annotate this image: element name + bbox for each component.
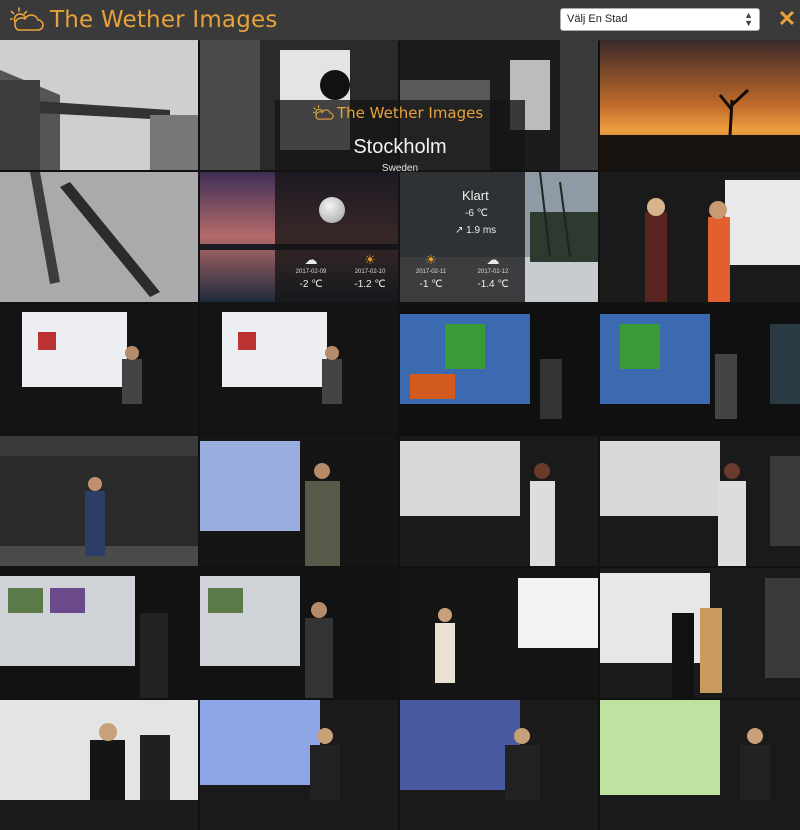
- forecast-day: ☀ 2017-02-11 -1 ℃: [400, 252, 462, 290]
- photo-fantasy-slide: [400, 700, 598, 800]
- photo-fantasy-slide: [200, 700, 398, 800]
- photo-presenter-woman: [600, 436, 800, 566]
- forecast-temp: -2 ℃: [299, 279, 323, 290]
- city-name: Stockholm: [353, 136, 447, 158]
- photo-bw-bridge: [0, 40, 198, 170]
- close-button[interactable]: ✕: [776, 6, 798, 32]
- photo-fantasy-slide: [600, 700, 800, 800]
- photo-presenter-woman: [400, 436, 598, 566]
- photo-woman-paper: [400, 568, 598, 698]
- photo-tile[interactable]: [600, 700, 800, 830]
- photo-talk-slide: [0, 304, 198, 434]
- photo-tile[interactable]: [600, 436, 800, 566]
- weather-card-title: The Wether Images: [337, 104, 484, 122]
- partly-cloudy-icon: ☁: [304, 252, 318, 267]
- city-select[interactable]: Välj En Stad ▲ ▼: [560, 8, 760, 31]
- photo-soedesco-duo: [600, 568, 800, 698]
- current-wind: ↗ 1.9 ms: [455, 225, 496, 236]
- forecast-temp: -1.4 ℃: [477, 279, 509, 290]
- photo-screens-slide: [0, 568, 198, 698]
- photo-tile[interactable]: [600, 568, 800, 698]
- photo-talk-slide: [200, 304, 398, 434]
- photo-game-art: [200, 436, 398, 566]
- photo-tile[interactable]: [200, 436, 398, 566]
- photo-two-presenters: [600, 172, 800, 302]
- current-condition: Klart: [462, 188, 489, 203]
- forecast-date: 2017-02-10: [354, 269, 386, 275]
- photo-tile[interactable]: [600, 172, 800, 302]
- photo-tile[interactable]: [200, 568, 398, 698]
- forecast-day: ☁ 2017-02-09 -2 ℃: [280, 252, 342, 290]
- forecast-date: 2017-02-11: [415, 269, 447, 275]
- photo-tile[interactable]: [400, 568, 598, 698]
- city-select-value: Välj En Stad: [567, 13, 628, 25]
- photo-tile[interactable]: [0, 436, 198, 566]
- photo-tile[interactable]: [400, 700, 598, 830]
- photo-tile[interactable]: [0, 40, 198, 170]
- photo-tile[interactable]: [0, 304, 198, 434]
- photo-soedesco-speakers: [0, 700, 198, 800]
- weather-card: The Wether Images Stockholm Sweden Klart…: [275, 100, 525, 305]
- sun-icon: ☀: [425, 252, 437, 267]
- photo-tile[interactable]: [0, 568, 198, 698]
- current-temperature: -6 ℃: [465, 208, 488, 219]
- photo-games-slide: [600, 304, 800, 434]
- sun-icon: ☀: [364, 252, 376, 267]
- wind-arrow-icon: ↗: [455, 225, 464, 236]
- photo-screens-slide: [200, 568, 398, 698]
- forecast-temp: -1 ℃: [419, 279, 443, 290]
- select-arrows-icon: ▲ ▼: [744, 10, 753, 28]
- photo-tile[interactable]: [0, 172, 198, 302]
- photo-tile[interactable]: [600, 304, 800, 434]
- cloud-sun-logo-icon: [10, 7, 44, 31]
- forecast-day: ☁ 2017-02-12 -1.4 ℃: [462, 252, 524, 290]
- top-bar: The Wether Images Välj En Stad ▲ ▼ ✕: [0, 0, 800, 41]
- weather-card-header: The Wether Images: [275, 100, 525, 128]
- forecast-day: ☀ 2017-02-10 -1.2 ℃: [339, 252, 401, 290]
- moon-icon: [319, 197, 345, 223]
- photo-tile[interactable]: [200, 304, 398, 434]
- forecast-date: 2017-02-09: [295, 269, 327, 275]
- photo-games-slide: [400, 304, 598, 434]
- app-title: The Wether Images: [50, 7, 278, 33]
- partly-cloudy-icon: ☁: [486, 252, 500, 267]
- photo-speaker-stage: [0, 436, 198, 566]
- photo-tile[interactable]: [400, 436, 598, 566]
- photo-shadows: [0, 172, 198, 302]
- photo-sunset-tree: [600, 40, 800, 170]
- photo-tile[interactable]: [400, 304, 598, 434]
- forecast-date: 2017-02-12: [477, 269, 509, 275]
- photo-tile[interactable]: [200, 700, 398, 830]
- cloud-sun-logo-icon: [313, 105, 334, 120]
- photo-tile[interactable]: [0, 700, 198, 830]
- forecast-temp: -1.2 ℃: [354, 279, 386, 290]
- photo-tile[interactable]: [600, 40, 800, 170]
- current-wind-value: 1.9 ms: [466, 225, 497, 236]
- country-name: Sweden: [381, 163, 419, 174]
